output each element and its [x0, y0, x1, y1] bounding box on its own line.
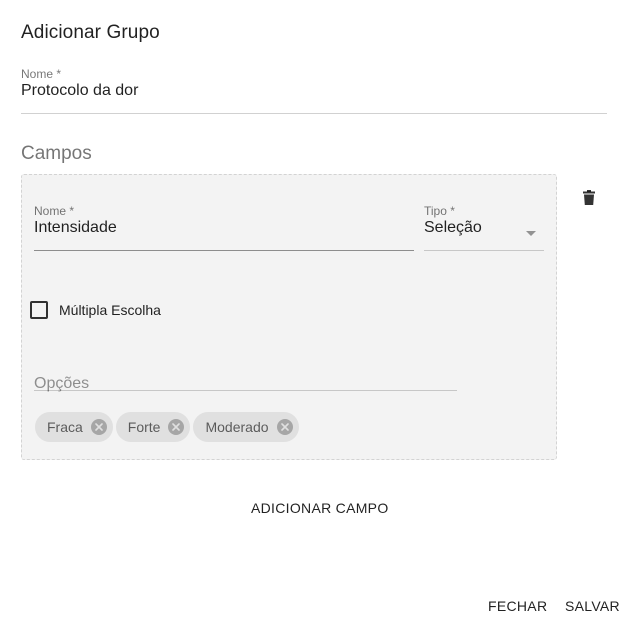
- fields-section-title: Campos: [21, 143, 92, 164]
- delete-field-button[interactable]: [578, 186, 600, 208]
- trash-icon[interactable]: [583, 189, 595, 205]
- option-chip: Forte: [115, 412, 191, 442]
- multiple-choice-label: Múltipla Escolha: [59, 302, 161, 318]
- dialog-title: Adicionar Grupo: [21, 22, 160, 43]
- field-type-value[interactable]: Seleção: [424, 219, 482, 237]
- field-name-label: Nome *: [34, 204, 75, 218]
- group-name-underline: [21, 113, 607, 114]
- options-chips: Fraca Forte Moderado: [35, 412, 299, 442]
- multiple-choice-checkbox[interactable]: [30, 301, 48, 319]
- option-chip-label: Moderado: [205, 419, 269, 435]
- field-name-value[interactable]: Intensidade: [34, 219, 117, 237]
- cancel-circle-icon[interactable]: [168, 419, 185, 435]
- option-chip-label: Fraca: [47, 419, 83, 435]
- caret-down-icon[interactable]: [526, 231, 536, 236]
- save-button[interactable]: SALVAR: [565, 598, 620, 614]
- multiple-choice-row[interactable]: Múltipla Escolha: [30, 301, 161, 319]
- options-input[interactable]: Opções: [34, 357, 457, 392]
- field-name-input[interactable]: Nome * Intensidade: [34, 204, 414, 251]
- option-chip: Fraca: [35, 412, 113, 442]
- option-chip: Moderado: [193, 412, 299, 442]
- cancel-circle-icon[interactable]: [276, 419, 293, 435]
- field-name-underline: [34, 250, 414, 251]
- group-name-field[interactable]: Nome * Protocolo da dor: [21, 67, 607, 114]
- add-field-button[interactable]: ADICIONAR CAMPO: [251, 500, 389, 516]
- group-name-label: Nome *: [21, 67, 62, 81]
- options-underline: [34, 390, 457, 391]
- close-button[interactable]: FECHAR: [488, 598, 547, 614]
- field-card: Nome * Intensidade Tipo * Seleção Múltip…: [21, 174, 557, 460]
- group-name-value[interactable]: Protocolo da dor: [21, 82, 138, 100]
- field-type-label: Tipo *: [424, 204, 455, 218]
- option-chip-label: Forte: [127, 419, 161, 435]
- cancel-circle-icon[interactable]: [90, 419, 107, 435]
- field-type-underline: [424, 250, 544, 251]
- field-type-select[interactable]: Tipo * Seleção: [424, 204, 544, 251]
